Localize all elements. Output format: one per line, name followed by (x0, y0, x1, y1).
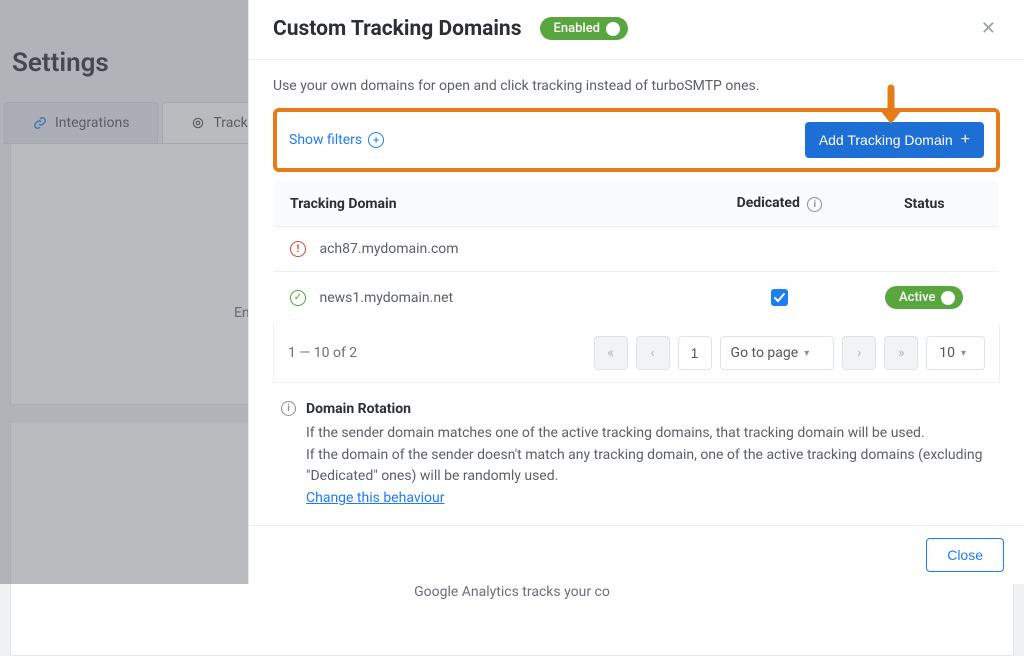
pagination: 1 — 10 of 2 « ‹ Go to page ▾ › » 10 ▾ (273, 324, 1000, 383)
toolbar: Show filters + Add Tracking Domain + (273, 108, 1000, 172)
modal-header: Custom Tracking Domains Enabled ✕ (249, 0, 1024, 60)
active-badge: Active (885, 286, 963, 309)
dedicated-checkbox[interactable] (771, 289, 788, 306)
close-button[interactable]: Close (926, 538, 1004, 572)
domain-name: ach87.mydomain.com (319, 241, 458, 257)
show-filters-label: Show filters (289, 132, 362, 148)
show-filters-link[interactable]: Show filters + (289, 132, 384, 148)
close-icon[interactable]: ✕ (977, 14, 1000, 43)
note-line: If the sender domain matches one of the … (306, 423, 996, 445)
info-icon: i (281, 401, 296, 416)
last-page-button[interactable]: » (884, 336, 918, 370)
next-page-button[interactable]: › (842, 336, 876, 370)
add-tracking-domain-button[interactable]: Add Tracking Domain + (805, 122, 984, 158)
chevron-down-icon: ▾ (804, 348, 809, 359)
toggle-knob (941, 291, 955, 305)
first-page-button[interactable]: « (594, 336, 628, 370)
modal-body: Use your own domains for open and click … (249, 60, 1024, 525)
domain-name: news1.mydomain.net (319, 290, 453, 306)
tracking-domains-table: Tracking Domain Dedicated i Status ! ach… (273, 180, 1000, 324)
plus-icon: + (961, 132, 970, 148)
modal-title: Custom Tracking Domains (273, 17, 522, 41)
pager-range: 1 — 10 of 2 (288, 345, 357, 361)
modal-footer: Close (249, 525, 1024, 584)
card-desc: Google Analytics tracks your co (21, 582, 1003, 603)
page-size-select[interactable]: 10 ▾ (926, 336, 985, 370)
custom-tracking-domains-modal: Custom Tracking Domains Enabled ✕ Use yo… (248, 0, 1024, 584)
chevron-down-icon: ▾ (961, 348, 966, 359)
table-row[interactable]: ! ach87.mydomain.com (274, 227, 1000, 272)
col-status: Status (850, 181, 1000, 227)
prev-page-button[interactable]: ‹ (636, 336, 670, 370)
note-line: If the domain of the sender doesn't matc… (306, 445, 996, 488)
badge-label: Enabled (554, 21, 601, 36)
col-tracking-domain: Tracking Domain (274, 181, 710, 227)
info-icon[interactable]: i (807, 197, 822, 212)
intro-text: Use your own domains for open and click … (273, 78, 1000, 94)
col-dedicated: Dedicated i (710, 181, 850, 227)
button-label: Add Tracking Domain (819, 132, 953, 148)
note-heading: Domain Rotation (306, 399, 996, 421)
toggle-knob (606, 22, 620, 36)
goto-page-select[interactable]: Go to page ▾ (720, 336, 835, 370)
table-row[interactable]: ✓ news1.mydomain.net Active (274, 272, 1000, 324)
domain-rotation-note: i Domain Rotation If the sender domain m… (273, 383, 1000, 513)
enabled-badge[interactable]: Enabled (540, 17, 629, 40)
status-label: Active (899, 290, 935, 305)
change-behaviour-link[interactable]: Change this behaviour (306, 490, 444, 506)
plus-circle-icon: + (368, 132, 384, 148)
success-icon: ✓ (290, 290, 306, 306)
page-number-input[interactable] (678, 336, 712, 370)
error-icon: ! (290, 241, 306, 257)
